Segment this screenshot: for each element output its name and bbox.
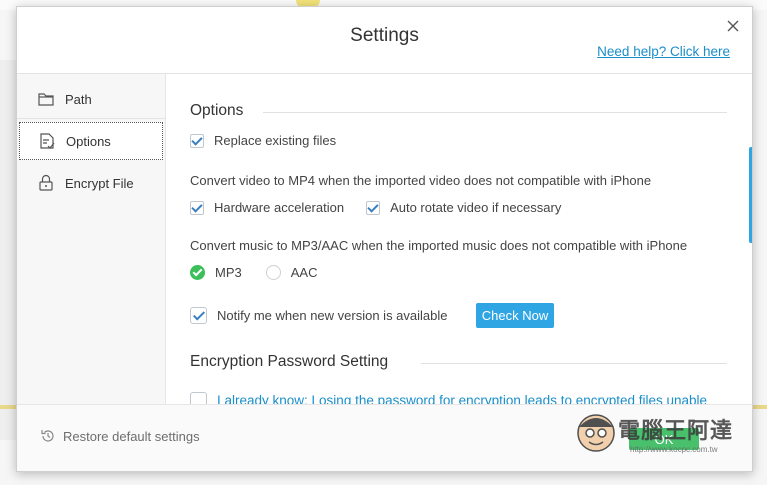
sidebar-item-label: Options <box>66 133 111 149</box>
settings-sidebar: Path Options Encrypt File <box>17 74 166 404</box>
restore-defaults-label: Restore default settings <box>63 428 200 444</box>
watermark-url: http://www.kocpc.com.tw <box>630 445 718 454</box>
mp3-label: MP3 <box>215 265 242 280</box>
options-section-title: Options <box>190 102 244 119</box>
history-icon <box>41 430 54 442</box>
notify-checkbox[interactable] <box>190 307 207 324</box>
watermark-text: 電腦王阿達 <box>618 419 734 444</box>
close-button[interactable] <box>724 17 742 35</box>
hardware-acceleration-checkbox[interactable] <box>190 200 204 215</box>
scrollbar[interactable] <box>749 147 752 243</box>
encryption-acknowledge-checkbox[interactable] <box>190 392 207 404</box>
dialog-header: Settings Need help? Click here <box>17 7 752 74</box>
encryption-acknowledge-row: I already know: Losing the password for … <box>190 392 707 404</box>
restore-defaults-button[interactable]: Restore default settings <box>39 427 200 445</box>
sidebar-item-encrypt-file[interactable]: Encrypt File <box>19 164 163 202</box>
section-divider <box>421 363 727 364</box>
hardware-acceleration-label: Hardware acceleration <box>214 200 345 215</box>
auto-rotate-checkbox[interactable] <box>366 200 381 215</box>
sidebar-item-label: Encrypt File <box>65 175 134 191</box>
aac-label: AAC <box>290 265 318 280</box>
replace-existing-label: Replace existing files <box>214 133 337 148</box>
screen-background: Settings Need help? Click here Path Opti… <box>0 0 767 485</box>
sidebar-item-path[interactable]: Path <box>19 80 163 118</box>
video-convert-note: Convert video to MP4 when the imported v… <box>190 173 652 188</box>
music-convert-note: Convert music to MP3/AAC when the import… <box>190 238 688 253</box>
mp3-radio[interactable] <box>190 265 205 280</box>
lock-icon <box>39 174 53 191</box>
folder-icon <box>38 93 54 106</box>
notify-row: Notify me when new version is available <box>190 307 448 324</box>
close-icon <box>727 20 739 32</box>
video-options-row: Hardware acceleration Auto rotate video … <box>190 200 561 215</box>
encryption-section-title: Encryption Password Setting <box>190 353 389 370</box>
section-divider <box>263 112 727 113</box>
aac-radio[interactable] <box>265 265 281 280</box>
encryption-acknowledge-label: I already know: Losing the password for … <box>217 393 708 404</box>
sidebar-item-label: Path <box>65 91 92 107</box>
replace-existing-checkbox[interactable] <box>190 133 204 148</box>
check-now-button[interactable]: Check Now <box>476 303 554 328</box>
background-app-edge <box>0 60 17 440</box>
music-format-row: MP3 AAC <box>190 265 317 280</box>
notify-label: Notify me when new version is available <box>217 308 448 323</box>
sidebar-item-options[interactable]: Options <box>19 122 163 160</box>
sidebar-divider <box>17 118 165 119</box>
replace-existing-row: Replace existing files <box>190 133 336 148</box>
settings-dialog: Settings Need help? Click here Path Opti… <box>16 6 753 472</box>
document-options-icon <box>40 133 55 149</box>
auto-rotate-label: Auto rotate video if necessary <box>390 200 562 215</box>
options-panel: Options Replace existing files Convert v… <box>189 74 734 404</box>
watermark: 電腦王阿達 http://www.kocpc.com.tw <box>570 405 750 465</box>
help-link[interactable]: Need help? Click here <box>597 44 730 59</box>
